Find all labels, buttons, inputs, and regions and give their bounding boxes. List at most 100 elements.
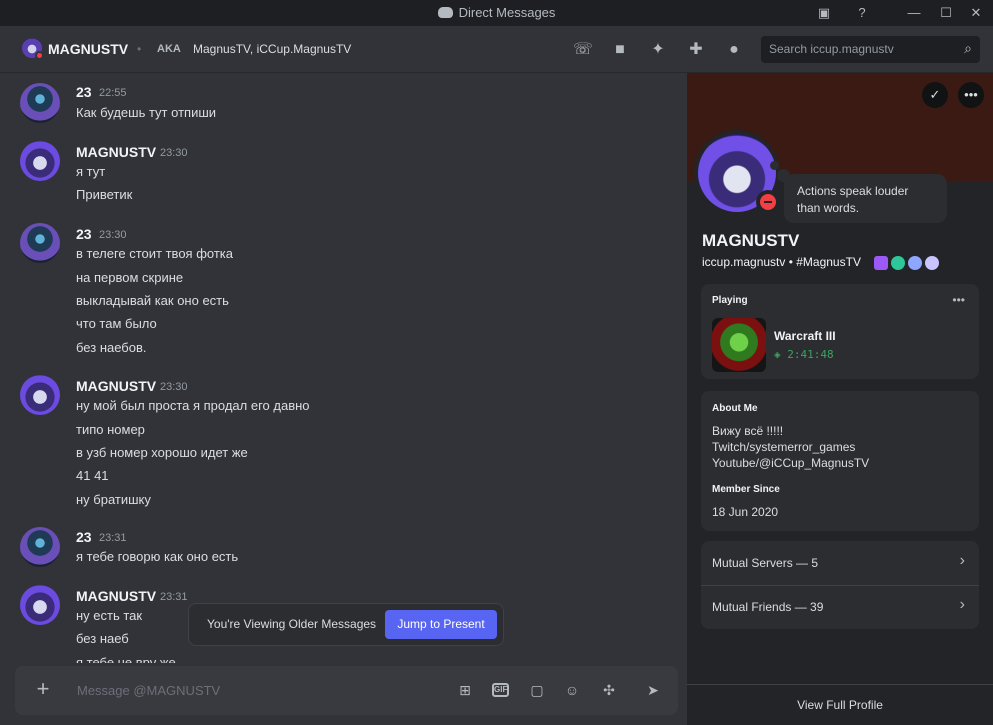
sticker-icon[interactable]: ▢ xyxy=(527,680,547,700)
search-placeholder: Search iccup.magnustv xyxy=(769,42,894,56)
custom-status-text: Actions speak louder than words. xyxy=(797,184,909,215)
message-author[interactable]: MAGNUSTV xyxy=(76,144,156,160)
bubble-dot xyxy=(770,161,779,170)
message-text: выкладывай как оно есть xyxy=(76,293,229,308)
avatar[interactable] xyxy=(20,223,60,263)
divider xyxy=(701,585,979,586)
message-input[interactable]: Message @MAGNUSTV xyxy=(77,683,220,698)
nitro-gear-badge-icon[interactable] xyxy=(908,255,922,270)
message-text: Как будешь тут отпиши xyxy=(76,105,217,120)
window-title: Direct Messages xyxy=(0,5,993,20)
message-text: на первом скрине xyxy=(76,270,184,285)
chevron-right-icon[interactable]: › xyxy=(960,552,965,570)
avatar[interactable] xyxy=(20,527,60,567)
chevron-right-icon[interactable]: › xyxy=(960,596,965,614)
message-text: без наебов. xyxy=(76,340,147,355)
maximize-button[interactable]: ☐ xyxy=(936,3,956,23)
close-button[interactable]: ✕ xyxy=(966,3,986,23)
game-elapsed: ◈ 2:41:48 xyxy=(774,348,834,361)
member-since-header: Member Since xyxy=(712,484,780,495)
older-messages-text: You're Viewing Older Messages xyxy=(207,617,377,631)
dnd-status-icon xyxy=(35,51,44,60)
message-timestamp: 23:31 xyxy=(99,532,127,544)
activity-more-icon[interactable]: ••• xyxy=(952,293,965,307)
view-full-profile-button[interactable]: View Full Profile xyxy=(687,684,993,725)
message-text: 41 41 xyxy=(76,468,109,483)
pinned-messages-icon[interactable]: ✦ xyxy=(647,39,669,61)
playing-card: Playing ••• Warcraft III ◈ 2:41:48 xyxy=(701,284,979,379)
emoji-icon[interactable]: ☺ xyxy=(562,680,582,700)
message-timestamp: 23:30 xyxy=(160,381,188,393)
controller-icon: ◈ xyxy=(774,348,788,361)
add-friend-icon[interactable]: ✓ xyxy=(922,82,948,108)
message-text: ну есть так xyxy=(76,608,143,623)
about-header: About Me xyxy=(712,403,758,414)
voice-call-icon[interactable]: ☏ xyxy=(572,39,594,61)
older-messages-banner: You're Viewing Older Messages Jump to Pr… xyxy=(188,603,504,646)
quest-badge-icon[interactable] xyxy=(925,255,939,270)
mutual-friends-row[interactable]: Mutual Friends — 39 xyxy=(712,600,823,614)
message-timestamp: 23:30 xyxy=(160,147,188,159)
message-text: ну мой был проста я продал его давно xyxy=(76,398,310,413)
message-text: типо номер xyxy=(76,422,145,437)
message-text: в узб номер хорошо идет же xyxy=(76,445,248,460)
about-card: About Me Вижу всё !!!!! Twitch/systemerr… xyxy=(701,391,979,531)
profile-username: iccup.magnustv • #MagnusTV xyxy=(702,255,861,269)
gift-icon[interactable]: ⊞ xyxy=(455,680,475,700)
playing-header: Playing xyxy=(712,295,748,306)
message-author[interactable]: 23 xyxy=(76,226,92,242)
header-avatar[interactable] xyxy=(22,38,44,60)
message-text: я тебе не вру же xyxy=(76,655,176,663)
message-text: в телеге стоит твоя фотка xyxy=(76,246,233,261)
dnd-status-icon xyxy=(756,190,780,214)
avatar[interactable] xyxy=(20,141,60,181)
minimize-button[interactable]: — xyxy=(904,3,924,23)
shield-badge-icon[interactable] xyxy=(874,255,888,270)
badge-row xyxy=(874,254,942,272)
upload-plus-icon[interactable]: + xyxy=(31,677,55,701)
custom-status-bubble: Actions speak louder than words. xyxy=(784,174,947,223)
message-timestamp: 23:30 xyxy=(99,229,127,241)
aka-label: AKA xyxy=(157,43,181,55)
hashtag-badge-icon[interactable] xyxy=(891,255,905,270)
jump-to-present-button[interactable]: Jump to Present xyxy=(385,610,497,639)
message-author[interactable]: 23 xyxy=(76,84,92,100)
about-text: Twitch/systemerror_games xyxy=(712,440,856,454)
video-call-icon[interactable]: ■ xyxy=(609,39,631,61)
avatar[interactable] xyxy=(20,83,60,123)
profile-display-name: MAGNUSTV xyxy=(702,231,800,250)
aka-names: MagnusTV, iCCup.MagnusTV xyxy=(193,42,352,56)
header-username[interactable]: MAGNUSTV xyxy=(48,41,128,57)
message-text: без наеб xyxy=(76,631,129,646)
send-icon[interactable]: ➤ xyxy=(643,680,663,700)
gif-icon[interactable]: GIF xyxy=(492,683,509,697)
message-author[interactable]: 23 xyxy=(76,529,92,545)
message-text: Приветик xyxy=(76,187,133,202)
inbox-icon[interactable]: ▣ xyxy=(814,3,834,23)
dm-header: MAGNUSTV • AKA MagnusTV, iCCup.MagnusTV … xyxy=(0,26,993,73)
avatar[interactable] xyxy=(20,585,60,625)
user-profile-icon[interactable]: ● xyxy=(723,39,745,61)
game-name: Warcraft III xyxy=(774,329,836,343)
more-options-icon[interactable]: ••• xyxy=(958,82,984,108)
search-input[interactable]: Search iccup.magnustv ⌕ xyxy=(761,36,980,63)
message-author[interactable]: MAGNUSTV xyxy=(76,378,156,394)
message-timestamp: 23:31 xyxy=(160,591,188,603)
window-title-text: Direct Messages xyxy=(458,5,556,20)
message-list[interactable]: 23 22:55 Как будешь тут отпиши MAGNUSTV … xyxy=(0,73,687,663)
discord-logo-icon xyxy=(437,7,453,18)
game-elapsed-time: 2:41:48 xyxy=(787,348,834,361)
message-text: я тебе говорю как оно есть xyxy=(76,549,239,564)
help-icon[interactable]: ? xyxy=(852,3,872,23)
mutual-servers-row[interactable]: Mutual Servers — 5 xyxy=(712,556,818,570)
message-timestamp: 22:55 xyxy=(99,87,127,99)
message-author[interactable]: MAGNUSTV xyxy=(76,588,156,604)
profile-avatar[interactable] xyxy=(694,130,780,216)
apps-icon[interactable]: ✣ xyxy=(599,680,619,700)
message-text: ну братишку xyxy=(76,492,151,507)
avatar[interactable] xyxy=(20,375,60,415)
separator-dot: • xyxy=(137,42,142,56)
title-bar: Direct Messages ▣ ? — ☐ ✕ xyxy=(0,0,993,26)
add-friends-to-dm-icon[interactable]: ✚ xyxy=(685,39,707,61)
mutuals-card: Mutual Servers — 5 › Mutual Friends — 39… xyxy=(701,541,979,629)
